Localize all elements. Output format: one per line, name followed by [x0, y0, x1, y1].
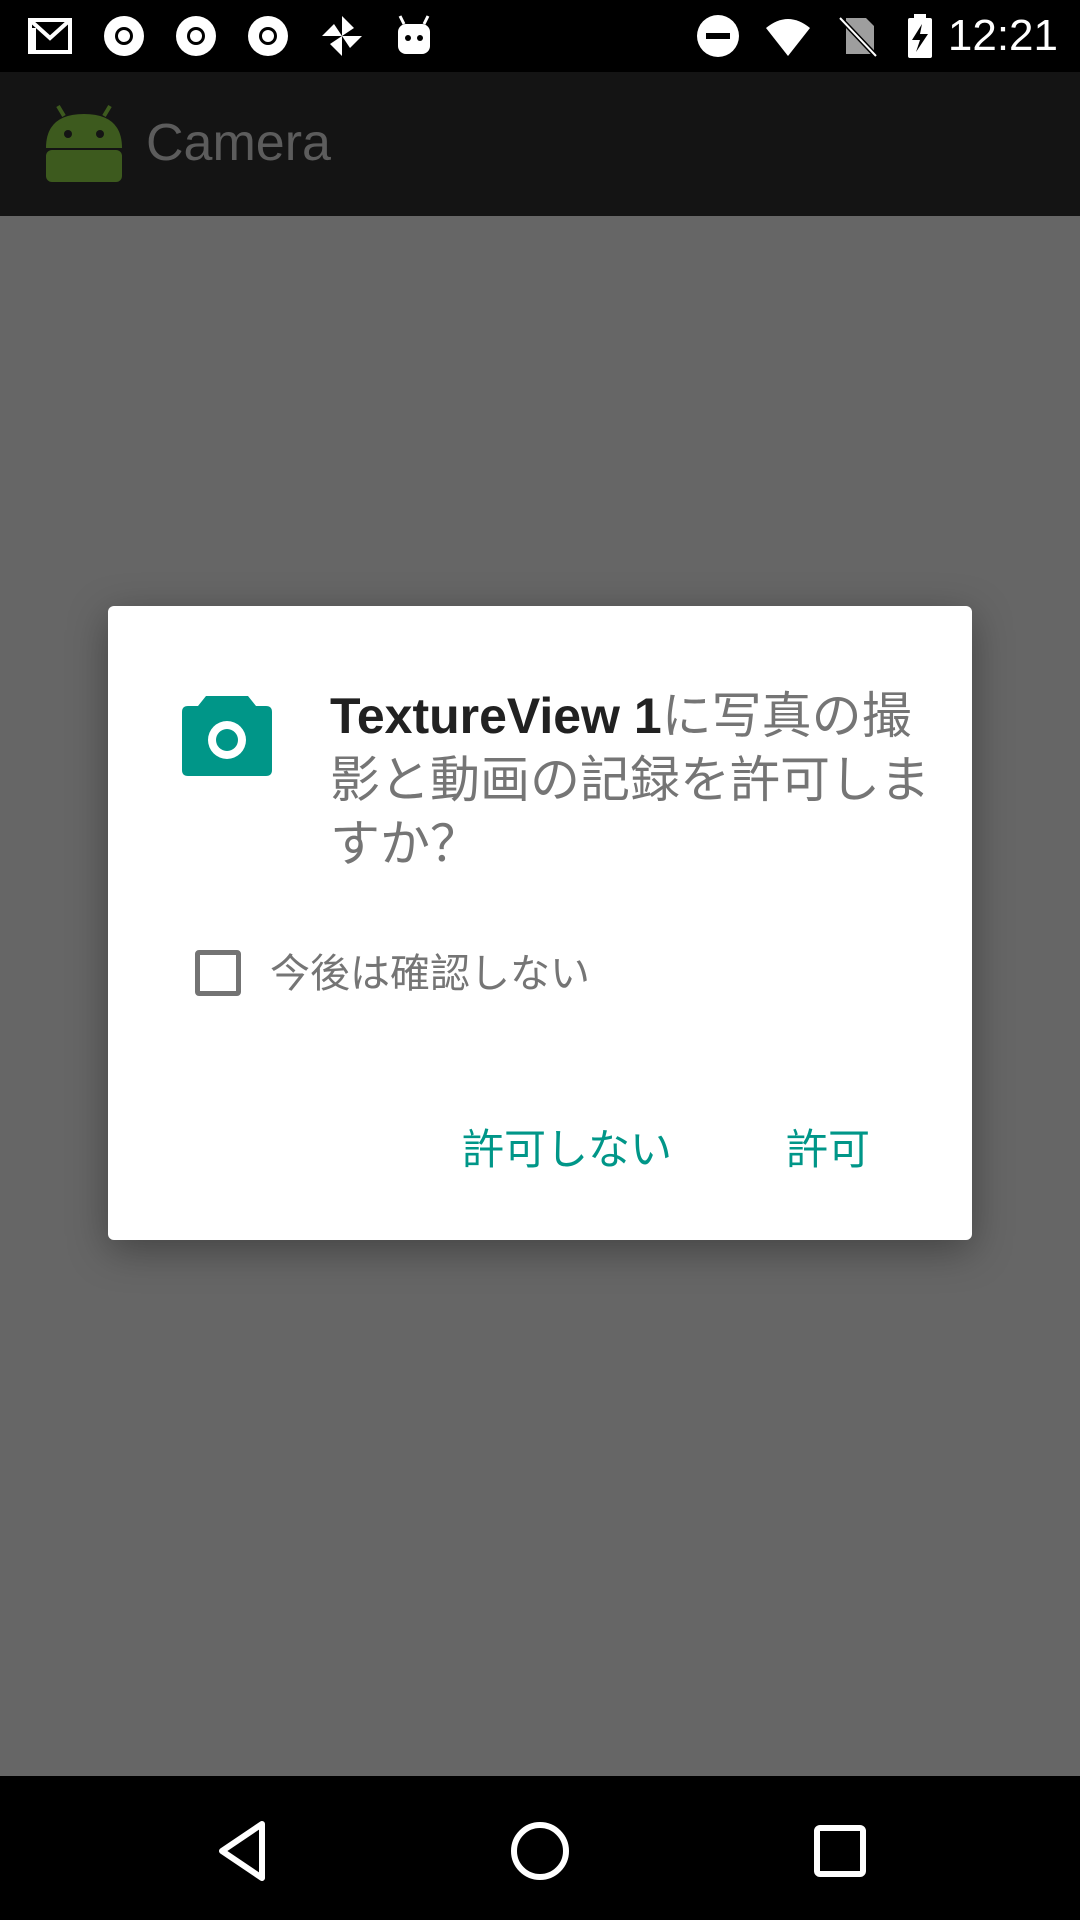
back-icon[interactable]	[208, 1816, 278, 1886]
camera-icon	[182, 694, 272, 776]
dont-ask-again-label[interactable]: 今後は確認しない	[270, 946, 590, 1002]
deny-button[interactable]: 許可しない	[462, 1120, 672, 1180]
app-title: Camera	[146, 114, 331, 172]
navigation-bar	[0, 1776, 1080, 1920]
gmail-icon	[26, 12, 74, 60]
allow-button[interactable]: 許可	[786, 1120, 870, 1180]
permission-dialog: TextureView 1に写真の撮影と動画の記録を許可しますか？ 今後は確認し…	[108, 606, 972, 1240]
battery-charging-icon	[896, 12, 944, 60]
status-clock: 12:21	[947, 11, 1058, 60]
dont-ask-again-checkbox[interactable]	[195, 950, 241, 996]
chrome-icon	[244, 12, 292, 60]
chrome-icon	[100, 12, 148, 60]
android-robot-icon	[390, 12, 438, 60]
requesting-app-name: TextureView 1	[330, 688, 662, 744]
do-not-disturb-icon	[694, 12, 742, 60]
no-sim-icon	[834, 12, 882, 60]
pinwheel-icon	[318, 12, 366, 60]
app-bar: Camera	[0, 72, 1080, 216]
wifi-icon	[764, 12, 812, 60]
home-icon[interactable]	[505, 1816, 575, 1886]
permission-message: TextureView 1に写真の撮影と動画の記録を許可しますか？	[330, 684, 930, 876]
recents-icon[interactable]	[805, 1816, 875, 1886]
android-icon	[44, 102, 124, 182]
chrome-icon	[172, 12, 220, 60]
status-bar: 12:21	[0, 0, 1080, 72]
